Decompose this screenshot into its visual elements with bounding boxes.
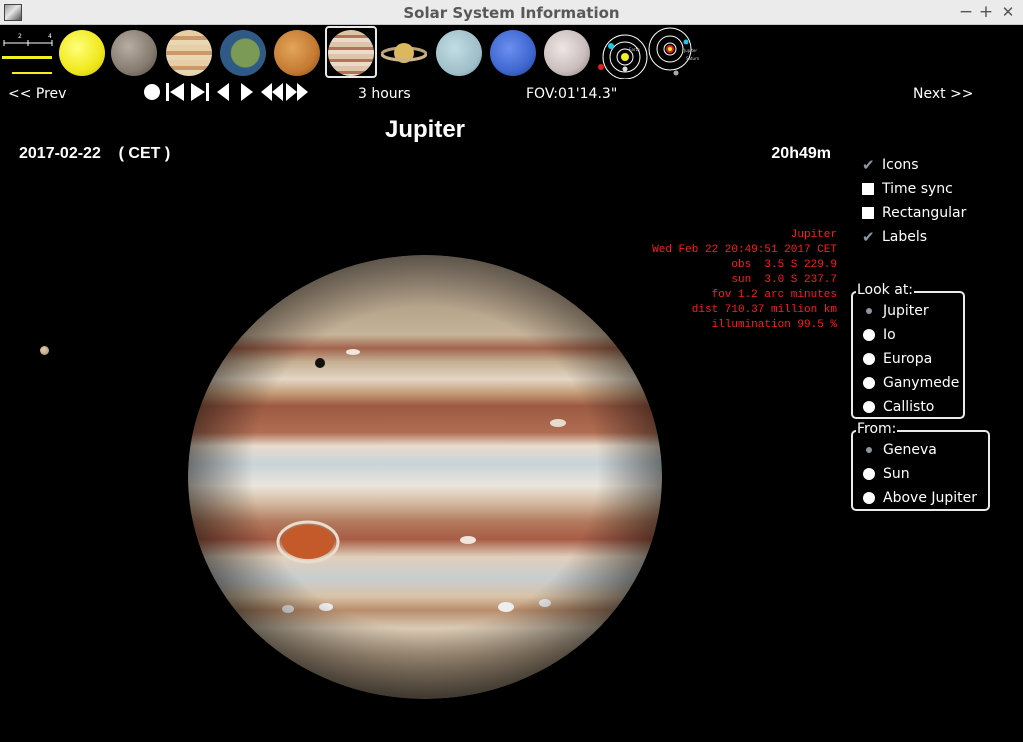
minimize-button[interactable]: −	[956, 1, 976, 23]
title-bar: Solar System Information − + ✕	[0, 0, 1023, 25]
radio-unselected	[863, 492, 875, 504]
radio-label: Jupiter	[883, 303, 929, 319]
next-button[interactable]: Next >>	[913, 86, 974, 102]
radio-label: Callisto	[883, 399, 935, 415]
jupiter-image	[188, 255, 662, 699]
window-title: Solar System Information	[403, 4, 620, 22]
info-line: obs 3.5 S 229.9	[731, 259, 837, 271]
rewind-icon[interactable]	[260, 82, 284, 102]
scale-tick-label: 4	[48, 33, 52, 40]
info-line: fov 1.2 arc minutes	[711, 289, 837, 301]
earth-thumbnail[interactable]	[220, 30, 266, 76]
labels-checkbox[interactable]: ✔ Labels	[862, 228, 927, 246]
info-line: Jupiter	[790, 229, 837, 241]
prev-button[interactable]: << Prev	[8, 86, 66, 102]
info-line: Wed Feb 22 20:49:51 2017 CET	[652, 244, 837, 256]
planet-title: Jupiter	[384, 116, 465, 143]
look-at-callisto-radio[interactable]: Callisto	[863, 398, 934, 416]
neptune-thumbnail[interactable]	[490, 30, 536, 76]
rectangular-checkbox[interactable]: Rectangular	[862, 204, 966, 222]
radio-label: Sun	[883, 466, 910, 482]
option-label: Icons	[882, 157, 919, 173]
outer-orbits-thumbnail[interactable]: Jupiter Saturn	[648, 27, 700, 79]
scale-tick-label: 2	[18, 33, 22, 40]
from-sun-radio[interactable]: Sun	[863, 465, 910, 483]
ephemeris-info: Jupiter Wed Feb 22 20:49:51 2017 CET obs 3…	[652, 228, 837, 333]
from-group: From: Geneva Sun Above Jupiter	[851, 421, 990, 511]
icons-checkbox[interactable]: ✔ Icons	[862, 156, 919, 174]
pluto-thumbnail[interactable]	[544, 30, 590, 76]
time-label: 20h49m	[771, 145, 831, 162]
skip-to-start-icon[interactable]	[165, 82, 185, 102]
info-line: dist 710.37 million km	[691, 304, 837, 316]
from-legend: From:	[856, 421, 898, 437]
radio-unselected	[863, 329, 875, 341]
stop-icon[interactable]	[143, 82, 161, 102]
scale-thumbnail[interactable]: 2 4	[0, 27, 56, 79]
radio-unselected	[863, 377, 875, 389]
look-at-europa-radio[interactable]: Europa	[863, 350, 932, 368]
mercury-thumbnail[interactable]	[111, 30, 157, 76]
check-icon: ✔	[862, 228, 875, 246]
from-geneva-radio[interactable]: Geneva	[863, 441, 937, 459]
saturn-thumbnail[interactable]	[381, 30, 427, 76]
look-at-ganymede-radio[interactable]: Ganymede	[863, 374, 959, 392]
orbit-label: Jupiter	[683, 48, 697, 53]
from-above-jupiter-radio[interactable]: Above Jupiter	[863, 489, 977, 507]
play-icon[interactable]	[240, 82, 254, 102]
radio-label: Above Jupiter	[883, 490, 978, 506]
fast-forward-icon[interactable]	[285, 82, 309, 102]
inner-orbits-thumbnail[interactable]: Earth	[597, 27, 649, 79]
maximize-button[interactable]: +	[976, 1, 996, 23]
look-at-group: Look at: Jupiter Io Europa Ganymede Call…	[851, 282, 965, 419]
radio-label: Europa	[883, 351, 933, 367]
radio-label: Io	[883, 327, 896, 343]
radio-unselected	[863, 468, 875, 480]
radio-label: Geneva	[883, 442, 937, 458]
orbit-label: Earth	[629, 47, 640, 52]
date-label: 2017-02-22 ( CET )	[19, 145, 171, 162]
look-at-io-radio[interactable]: Io	[863, 326, 896, 344]
venus-thumbnail[interactable]	[166, 30, 212, 76]
moon-image[interactable]	[40, 346, 49, 355]
selected-thumbnail-frame	[325, 26, 377, 78]
check-icon: ✔	[862, 156, 875, 174]
checkbox-box	[862, 207, 874, 219]
option-label: Rectangular	[882, 205, 967, 221]
option-label: Time sync	[882, 181, 953, 197]
orbit-label: Saturn	[686, 56, 700, 61]
radio-label: Ganymede	[883, 375, 960, 391]
mars-thumbnail[interactable]	[274, 30, 320, 76]
radio-unselected	[863, 353, 875, 365]
time-step-label[interactable]: 3 hours	[358, 86, 411, 102]
look-at-jupiter-radio[interactable]: Jupiter	[863, 302, 929, 320]
look-at-legend: Look at:	[856, 282, 915, 298]
radio-unselected	[863, 401, 875, 413]
time-sync-checkbox[interactable]: Time sync	[862, 180, 953, 198]
step-back-icon[interactable]	[216, 82, 230, 102]
skip-to-end-icon[interactable]	[190, 82, 210, 102]
option-label: Labels	[882, 229, 928, 245]
uranus-thumbnail[interactable]	[436, 30, 482, 76]
info-line: illumination 99.5 %	[711, 319, 837, 331]
close-button[interactable]: ✕	[998, 1, 1018, 23]
checkbox-box	[862, 183, 874, 195]
radio-selected	[863, 305, 875, 317]
sun-thumbnail[interactable]	[59, 30, 105, 76]
fov-label: FOV:01'14.3"	[526, 86, 618, 102]
info-line: sun 3.0 S 237.7	[731, 274, 837, 286]
radio-selected	[863, 444, 875, 456]
